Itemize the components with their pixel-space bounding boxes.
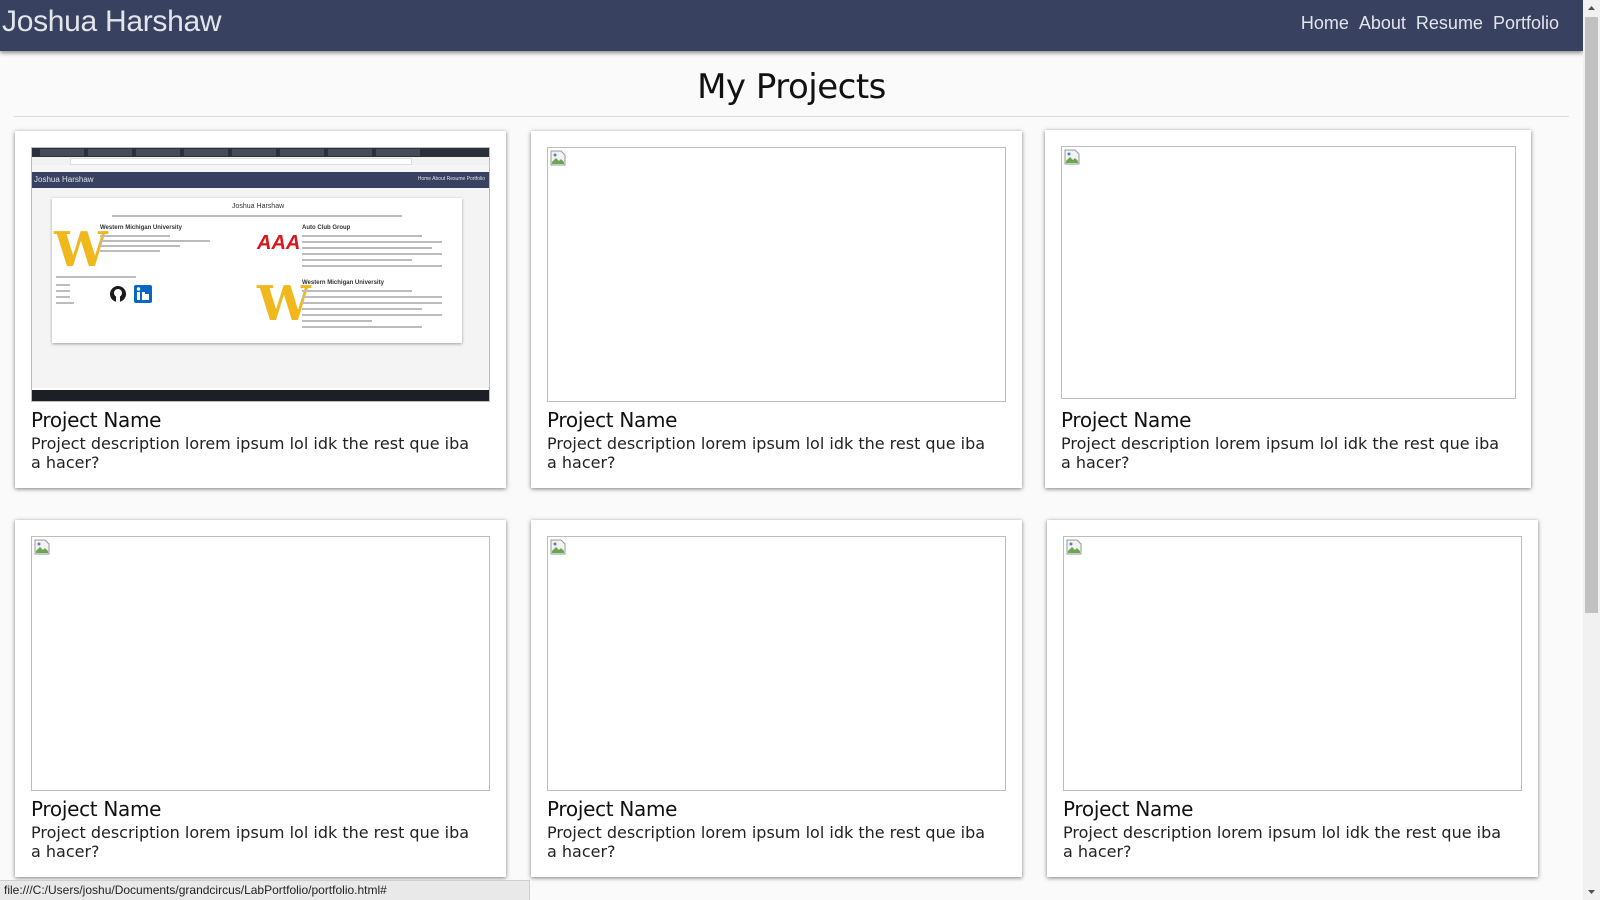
broken-image-icon <box>550 539 566 555</box>
project-title: Project Name <box>31 797 162 821</box>
thumb-school-name-2: Western Michigan University <box>302 280 384 286</box>
brand-title[interactable]: Joshua Harshaw <box>2 5 222 39</box>
project-card[interactable]: Project Name Project description lorem i… <box>531 520 1022 877</box>
thumb-company-name: Auto Club Group <box>302 225 351 231</box>
nav-links: Home About Resume Portfolio <box>1301 13 1559 34</box>
thumb-browser-tabs <box>32 148 489 157</box>
thumb-resume-card: Joshua Harshaw W Western Michigan Univer… <box>52 198 462 343</box>
vertical-scrollbar[interactable] <box>1583 0 1600 900</box>
thumb-nav-links: Home About Resume Portfolio <box>417 176 485 182</box>
scroll-up-arrow-icon[interactable] <box>1583 0 1600 17</box>
thumb-bookmarks-bar <box>32 165 489 172</box>
aaa-logo: AAA <box>257 232 301 254</box>
nav-link-resume[interactable]: Resume <box>1416 13 1483 34</box>
project-description: Project description lorem ipsum lol idk … <box>547 434 986 472</box>
project-card[interactable]: Joshua Harshaw Home About Resume Portfol… <box>15 131 506 488</box>
status-bar-url: file:///C:/Users/joshu/Documents/grandci… <box>0 880 530 900</box>
page-title: My Projects <box>697 67 886 107</box>
project-title: Project Name <box>31 408 162 432</box>
project-image[interactable] <box>31 536 490 791</box>
thumb-navbar: Joshua Harshaw Home About Resume Portfol… <box>32 172 489 188</box>
broken-image-icon <box>550 150 566 166</box>
broken-image-icon <box>1064 149 1080 165</box>
linkedin-icon <box>134 285 152 303</box>
nav-link-home[interactable]: Home <box>1301 13 1349 34</box>
project-description: Project description lorem ipsum lol idk … <box>31 434 470 472</box>
project-image[interactable] <box>547 147 1006 402</box>
project-card[interactable]: Project Name Project description lorem i… <box>531 131 1022 488</box>
project-title: Project Name <box>1061 408 1192 432</box>
project-card[interactable]: Project Name Project description lorem i… <box>15 520 506 877</box>
scroll-down-arrow-icon[interactable] <box>1583 883 1600 900</box>
project-title: Project Name <box>1063 797 1194 821</box>
project-image[interactable] <box>1063 536 1522 791</box>
project-card[interactable]: Project Name Project description lorem i… <box>1045 130 1531 488</box>
project-description: Project description lorem ipsum lol idk … <box>1063 823 1502 861</box>
nav-link-portfolio[interactable]: Portfolio <box>1493 13 1559 34</box>
project-card[interactable]: Project Name Project description lorem i… <box>1047 520 1538 877</box>
page: Joshua Harshaw Home About Resume Portfol… <box>0 0 1583 900</box>
thumb-taskbar <box>32 390 489 401</box>
project-description: Project description lorem ipsum lol idk … <box>547 823 986 861</box>
thumb-url-box <box>70 158 412 165</box>
thumb-resume-name: Joshua Harshaw <box>232 203 285 210</box>
github-icon <box>110 286 126 302</box>
thumb-school-name: Western Michigan University <box>100 225 182 231</box>
project-title: Project Name <box>547 408 678 432</box>
project-description: Project description lorem ipsum lol idk … <box>1061 434 1500 472</box>
project-screenshot[interactable]: Joshua Harshaw Home About Resume Portfol… <box>31 147 490 402</box>
scrollbar-thumb[interactable] <box>1585 17 1598 613</box>
project-description: Project description lorem ipsum lol idk … <box>31 823 470 861</box>
navbar: Joshua Harshaw Home About Resume Portfol… <box>0 0 1583 51</box>
broken-image-icon <box>1066 539 1082 555</box>
heading-divider <box>14 116 1569 117</box>
project-image[interactable] <box>547 536 1006 791</box>
thumb-brand: Joshua Harshaw <box>34 175 94 184</box>
project-image[interactable] <box>1061 146 1516 399</box>
project-title: Project Name <box>547 797 678 821</box>
nav-link-about[interactable]: About <box>1359 13 1406 34</box>
broken-image-icon <box>34 539 50 555</box>
